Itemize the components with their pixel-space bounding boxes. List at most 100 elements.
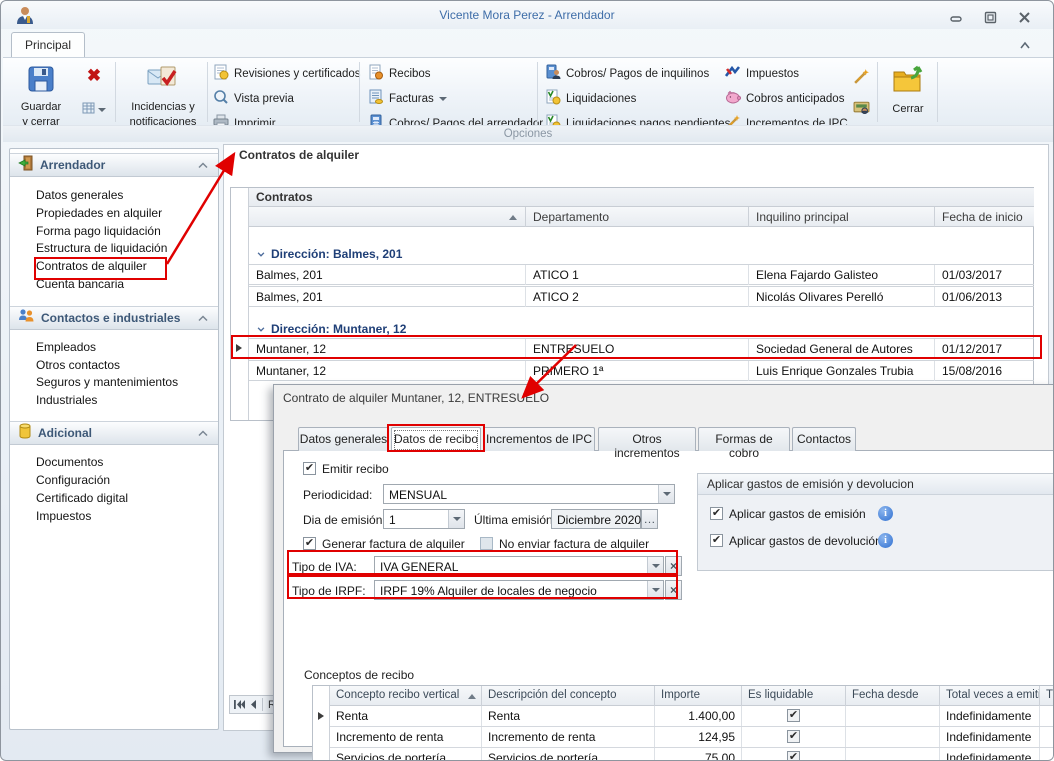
column-header-address[interactable] (249, 207, 526, 227)
dropdown-arrow-icon[interactable] (658, 485, 674, 503)
sidebar-item-impuestos[interactable]: Impuestos (36, 509, 91, 527)
devolution-info-icon[interactable]: i (878, 533, 893, 548)
wand-tool-icon[interactable] (853, 68, 870, 90)
iva-clear-button[interactable]: × (665, 556, 682, 576)
concept-row[interactable]: Servicios de portería Servicios de porte… (330, 748, 1054, 761)
group-row-balmes[interactable]: Dirección: Balmes, 201 (249, 245, 1034, 263)
group-row-muntaner[interactable]: Dirección: Muntaner, 12 (249, 320, 1034, 338)
current-row-pointer-icon (318, 712, 324, 720)
sidebar-item-forma-pago-liquidacion[interactable]: Forma pago liquidación (36, 224, 161, 242)
column-header-tenant[interactable]: Inquilino principal (749, 207, 935, 227)
last-emission-ellipsis-button[interactable]: … (641, 509, 658, 529)
sidebar-item-contratos-de-alquiler[interactable]: Contratos de alquiler (36, 259, 147, 277)
advance-collections-button[interactable]: Cobros anticipados (725, 89, 844, 109)
contract-row[interactable]: Balmes, 201 ATICO 1 Elena Fajardo Galist… (249, 264, 1034, 285)
sidebar-item-estructura-de-liquidacion[interactable]: Estructura de liquidación (36, 241, 167, 259)
group-collapse-icon (257, 252, 265, 257)
apply-devolution-expenses-checkbox[interactable]: ✔ (710, 534, 723, 547)
incidents-notifications-button[interactable]: Incidencias y notificaciones (121, 62, 205, 124)
dropdown-arrow-icon[interactable] (647, 581, 663, 599)
emission-info-icon[interactable]: i (878, 506, 893, 521)
tab-otros-incrementos[interactable]: Otros incrementos (598, 427, 696, 451)
emit-receipt-checkbox[interactable]: ✔ (303, 462, 316, 475)
sidebar-group-adicional[interactable]: Adicional (10, 421, 218, 445)
current-row-pointer-icon (236, 344, 242, 352)
irpf-clear-button[interactable]: × (665, 580, 682, 600)
tab-incrementos-de-ipc[interactable]: Incrementos de IPC (483, 427, 595, 451)
column-header-truncated[interactable]: T (1040, 686, 1054, 706)
sidebar-item-documentos[interactable]: Documentos (36, 455, 103, 473)
concepts-section-label: Conceptos de recibo (304, 668, 414, 682)
column-header-department[interactable]: Departamento (526, 207, 749, 227)
contract-row[interactable]: Balmes, 201 ATICO 2 Nicolás Olivares Per… (249, 286, 1034, 307)
sidebar-item-otros-contactos[interactable]: Otros contactos (36, 358, 120, 376)
column-header-date-from[interactable]: Fecha desde (846, 686, 940, 706)
irpf-type-combobox[interactable]: IRPF 19% Alquiler de locales de negocio (374, 580, 664, 600)
last-emission-field[interactable]: Diciembre 2020 (551, 509, 641, 529)
column-header-amount[interactable]: Importe (655, 686, 742, 706)
generate-invoice-label: Generar factura de alquiler (322, 537, 465, 551)
minimize-button[interactable] (945, 9, 967, 25)
liquidable-checkbox[interactable]: ✔ (787, 730, 800, 743)
sidebar-item-certificado-digital[interactable]: Certificado digital (36, 491, 128, 509)
restore-button[interactable] (979, 9, 1001, 25)
emission-expenses-panel: Aplicar gastos de emisión y devolucion ✔… (697, 473, 1054, 571)
generate-invoice-checkbox[interactable]: ✔ (303, 537, 316, 550)
sidebar-item-datos-generales[interactable]: Datos generales (36, 188, 123, 206)
contract-row-selected[interactable]: Muntaner, 12 ENTRESUELO Sociedad General… (249, 338, 1034, 359)
print-preview-button[interactable]: Vista previa (213, 89, 294, 109)
sort-ascending-icon (468, 694, 476, 699)
dropdown-arrow-icon[interactable] (448, 510, 464, 528)
emission-day-combobox[interactable]: 1 (383, 509, 465, 529)
taxes-button[interactable]: Impuestos (725, 64, 799, 84)
concept-row[interactable]: Incremento de renta Incremento de renta … (330, 727, 1054, 748)
sidebar-group-arrendador[interactable]: Arrendador (10, 153, 218, 177)
tab-principal[interactable]: Principal (11, 32, 85, 57)
no-send-invoice-label: No enviar factura de alquiler (499, 537, 649, 551)
collapse-ribbon-icon[interactable] (1019, 37, 1031, 55)
tab-formas-de-cobro[interactable]: Formas de cobro (698, 427, 790, 451)
column-header-start-date[interactable]: Fecha de inicio (935, 207, 1034, 227)
no-send-invoice-checkbox[interactable]: ✔ (480, 537, 493, 550)
grid-options-button[interactable] (79, 100, 109, 120)
dropdown-arrow-icon[interactable] (647, 557, 663, 575)
first-record-icon[interactable] (234, 700, 245, 709)
sidebar-item-propiedades-en-alquiler[interactable]: Propiedades en alquiler (36, 206, 162, 224)
tab-contactos[interactable]: Contactos (792, 427, 856, 451)
tab-datos-de-recibo[interactable]: Datos de recibo (391, 427, 481, 452)
close-form-button[interactable]: Cerrar (883, 62, 933, 124)
tenant-payments-button[interactable]: Cobros/ Pagos de inquilinos (545, 64, 709, 84)
dropdown-caret-icon (98, 108, 106, 112)
calculator-person-icon (545, 64, 561, 85)
iva-type-combobox[interactable]: IVA GENERAL (374, 556, 664, 576)
sidebar-item-cuenta-bancaria[interactable]: Cuenta bancaria (36, 277, 124, 295)
mail-notification-icon (147, 64, 179, 99)
column-header-description[interactable]: Descripción del concepto (482, 686, 655, 706)
sidebar-group-contactos[interactable]: Contactos e industriales (10, 306, 218, 330)
apply-emission-expenses-checkbox[interactable]: ✔ (710, 507, 723, 520)
liquidable-checkbox[interactable]: ✔ (787, 709, 800, 722)
column-header-total-emissions[interactable]: Total veces a emitir (940, 686, 1040, 706)
receipts-button[interactable]: Recibos (368, 64, 431, 84)
liquidable-checkbox[interactable]: ✔ (787, 751, 800, 761)
sidebar-item-empleados[interactable]: Empleados (36, 340, 96, 358)
settlements-button[interactable]: Liquidaciones (545, 89, 636, 109)
emission-day-label: Dia de emisión: (303, 513, 386, 527)
sidebar-item-industriales[interactable]: Industriales (36, 393, 97, 411)
periodicity-combobox[interactable]: MENSUAL (383, 484, 675, 504)
invoices-button[interactable]: Facturas (368, 89, 447, 109)
concept-row[interactable]: Renta Renta 1.400,00 ✔ Indefinidamente (330, 706, 1054, 727)
column-header-concept[interactable]: Concepto recibo vertical (330, 686, 482, 706)
close-window-button[interactable] (1013, 9, 1035, 25)
previous-record-icon[interactable] (250, 700, 257, 709)
expenses-panel-title: Aplicar gastos de emisión y devolucion (698, 474, 1054, 495)
delete-button[interactable]: ✖ (79, 66, 109, 92)
revisions-certificates-button[interactable]: Revisiones y certificados (213, 64, 361, 84)
cash-register-icon[interactable] (853, 98, 870, 120)
column-header-liquidable[interactable]: Es liquidable (742, 686, 846, 706)
contract-row[interactable]: Muntaner, 12 PRIMERO 1ª Luis Enrique Gon… (249, 360, 1034, 381)
sidebar-item-configuracion[interactable]: Configuración (36, 473, 110, 491)
sidebar-item-seguros-y-mantenimientos[interactable]: Seguros y mantenimientos (36, 375, 178, 393)
tab-datos-generales[interactable]: Datos generales (298, 427, 389, 451)
save-and-close-button[interactable]: Guardar y cerrar (13, 62, 69, 124)
